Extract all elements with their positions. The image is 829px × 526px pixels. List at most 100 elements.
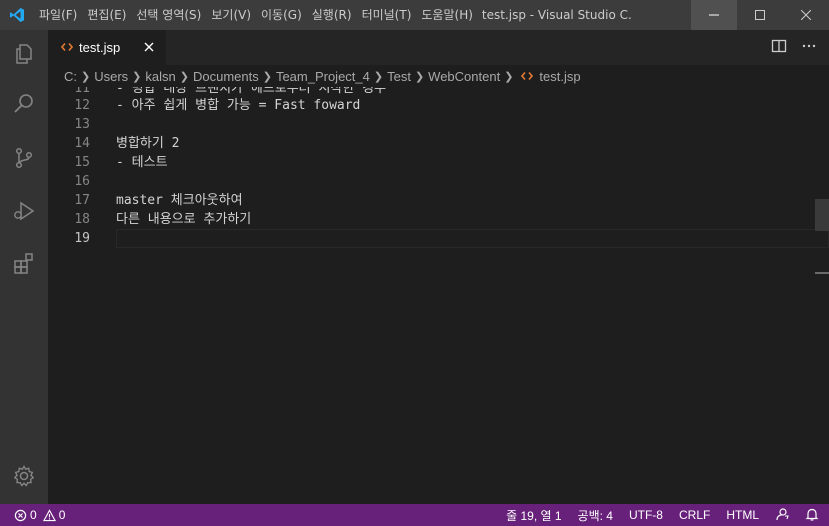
line-number: 19 [74,231,90,246]
activity-bar [0,30,48,504]
menu-view[interactable]: 보기(V) [206,0,256,30]
breadcrumb-webcontent[interactable]: WebContent [428,69,500,84]
bell-icon [805,508,819,521]
gear-icon [13,465,35,487]
menu-file[interactable]: 파일(F) [34,0,82,30]
code-line: 17 master 체크아웃하여 [48,191,829,210]
tab-test-jsp[interactable]: test.jsp [48,30,166,65]
menu-help[interactable]: 도움말(H) [416,0,478,30]
code-line: 16 [48,172,829,191]
line-text: 다른 내용으로 추가하기 [116,212,252,227]
breadcrumb: C: ❯ Users ❯ kalsn ❯ Documents ❯ Team_Pr… [48,65,829,87]
line-text: - 테스트 [116,155,168,170]
chevron-right-icon: ❯ [81,70,91,83]
more-actions-button[interactable] [801,38,817,58]
chevron-right-icon: ❯ [262,70,272,83]
chevron-right-icon: ❯ [373,70,384,83]
line-text: master 체크아웃하여 [116,193,243,208]
close-icon [144,42,154,52]
maximize-button[interactable] [737,0,783,30]
close-icon [801,10,811,20]
breadcrumb-users[interactable]: Users [94,69,128,84]
code-line: 14 병합하기 2 [48,134,829,153]
line-number: 14 [74,136,90,151]
tab-label: test.jsp [79,40,121,55]
code-line: 19 [48,229,829,248]
eol-setting[interactable]: CRLF [679,508,710,522]
line-text: 병합하기 2 [116,136,180,151]
breadcrumb-test[interactable]: Test [387,69,411,84]
chevron-right-icon: ❯ [132,70,142,83]
menu-terminal[interactable]: 터미널(T) [357,0,417,30]
code-line: 18 다른 내용으로 추가하기 [48,210,829,229]
code-editor[interactable]: 11 - 병합 대상 브랜치가 헤드로부터 시작한 경우 12 - 아주 쉽게 … [48,87,829,504]
scrollbar-thumb[interactable] [815,199,829,231]
search-icon [14,94,33,113]
explorer-button[interactable] [0,30,48,78]
chevron-right-icon: ❯ [504,70,514,83]
code-line: 13 [48,115,829,134]
encoding-setting[interactable]: UTF-8 [629,508,663,522]
status-bar-right: 줄 19, 열 1 공백: 4 UTF-8 CRLF HTML [506,504,819,526]
menu-selection[interactable]: 선택 영역(S) [131,0,206,30]
split-editor-icon [771,39,787,52]
breadcrumb-drive[interactable]: C: [64,69,77,84]
notifications-button[interactable] [805,507,819,524]
breadcrumb-project[interactable]: Team_Project_4 [276,69,370,84]
breadcrumb-user[interactable]: kalsn [145,69,175,84]
warning-count: 0 [58,508,66,522]
cursor-position[interactable]: 줄 19, 열 1 [506,507,561,524]
menu-go[interactable]: 이동(G) [256,0,307,30]
extensions-icon [14,253,33,274]
error-count: 0 [30,508,37,522]
files-icon [16,44,32,64]
line-number: 18 [74,212,90,227]
tab-close-button[interactable] [142,40,156,54]
error-icon [14,509,27,521]
run-debug-button[interactable] [0,187,48,235]
line-number: 16 [74,174,90,189]
line-number: 12 [74,98,90,113]
split-editor-button[interactable] [771,38,787,58]
window-title: test.jsp - Visual Studio C... [481,8,632,22]
maximize-icon [755,10,765,20]
chevron-right-icon: ❯ [414,70,425,83]
run-debug-icon [14,201,35,221]
breadcrumb-file[interactable]: test.jsp [539,69,580,84]
line-number: 17 [74,193,90,208]
minimize-icon [709,14,719,16]
title-bar: 파일(F) 편집(E) 선택 영역(S) 보기(V) 이동(G) 실행(R) 터… [0,0,829,30]
line-number: 13 [74,117,90,132]
line-text: - 아주 쉽게 병합 가능 = Fast foward [116,98,361,113]
warning-icon [42,508,56,521]
tab-actions [771,30,817,65]
language-mode[interactable]: HTML [726,508,759,522]
menu-bar: 파일(F) 편집(E) 선택 영역(S) 보기(V) 이동(G) 실행(R) 터… [34,0,478,30]
breadcrumb-documents[interactable]: Documents [193,69,259,84]
vscode-logo-icon [0,0,34,30]
feedback-button[interactable] [775,507,789,524]
scrollbar-cursor-marker [815,272,829,274]
ellipsis-icon [802,44,816,47]
menu-run[interactable]: 실행(R) [307,0,357,30]
window-controls [691,0,829,30]
extensions-button[interactable] [0,239,48,287]
problems-indicator[interactable]: 0 0 [0,508,65,522]
close-window-button[interactable] [783,0,829,30]
status-bar: 0 0 줄 19, 열 1 공백: 4 UTF-8 CRLF HTML [0,504,829,526]
source-control-button[interactable] [0,134,48,182]
minimize-button[interactable] [691,0,737,30]
editor-tab-bar: test.jsp [48,30,829,65]
code-line: 15 - 테스트 [48,153,829,172]
source-control-icon [15,147,33,169]
manage-button[interactable] [0,452,48,500]
search-button[interactable] [0,80,48,128]
indentation-setting[interactable]: 공백: 4 [578,507,613,524]
html-file-icon [60,38,74,57]
line-number: 15 [74,155,90,170]
html-file-icon [521,70,534,82]
code-line: 12 - 아주 쉽게 병합 가능 = Fast foward [48,96,829,115]
chevron-right-icon: ❯ [179,70,189,83]
feedback-icon [776,507,789,520]
menu-edit[interactable]: 편집(E) [82,0,131,30]
